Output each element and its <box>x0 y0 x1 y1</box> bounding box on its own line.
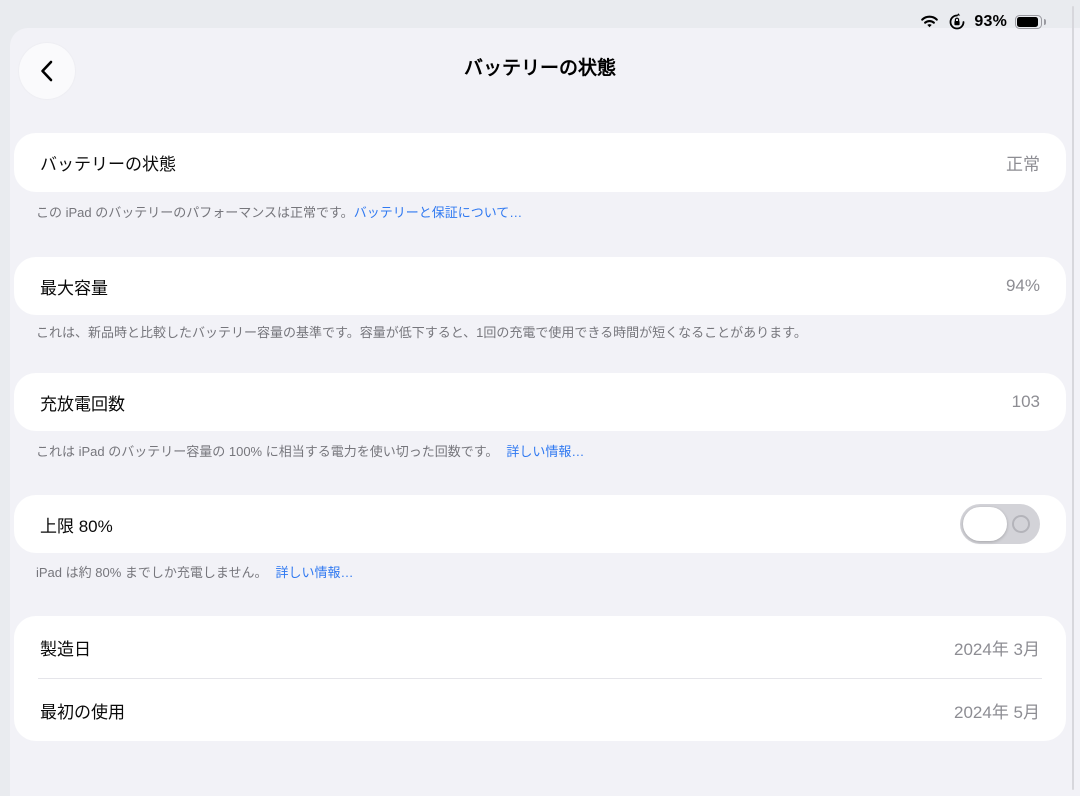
battery-percent-label: 93% <box>974 13 1007 31</box>
status-bar: 93% <box>919 10 1042 34</box>
cycle-count-footnote: これは iPad のバッテリー容量の 100% に相当する電力を使い切った回数で… <box>36 444 1040 460</box>
max-capacity-card: 最大容量 94% <box>14 257 1066 315</box>
max-capacity-label: 最大容量 <box>40 274 108 299</box>
scrollbar[interactable] <box>1072 6 1074 790</box>
cycle-count-card: 充放電回数 103 <box>14 373 1066 431</box>
battery-health-value: 正常 <box>1006 150 1040 175</box>
charge-limit-label: 上限 80% <box>40 512 113 537</box>
max-capacity-value: 94% <box>1006 276 1040 296</box>
cycle-count-label: 充放電回数 <box>40 390 125 415</box>
charge-limit-card: 上限 80% <box>14 495 1066 553</box>
first-use-date-row: 最初の使用 2024年 5月 <box>14 679 1066 741</box>
battery-nub <box>1044 19 1047 25</box>
charge-limit-footnote-text: iPad は約 80% までしか充電しません。 <box>36 565 267 580</box>
manufacture-date-label: 製造日 <box>40 635 91 660</box>
rotation-lock-icon <box>948 13 966 31</box>
charge-limit-footnote: iPad は約 80% までしか充電しません。詳しい情報… <box>36 565 1040 581</box>
manufacture-date-value: 2024年 3月 <box>954 635 1040 660</box>
first-use-date-label: 最初の使用 <box>40 698 125 723</box>
charge-limit-learn-more-link[interactable]: 詳しい情報… <box>275 565 353 580</box>
cycle-count-footnote-text: これは iPad のバッテリー容量の 100% に相当する電力を使い切った回数で… <box>36 444 498 459</box>
page-title: バッテリーの状態 <box>0 53 1080 80</box>
cycle-count-row: 充放電回数 103 <box>14 373 1066 431</box>
battery-health-row: バッテリーの状態 正常 <box>14 133 1066 192</box>
battery-health-label: バッテリーの状態 <box>40 150 176 175</box>
wifi-icon <box>919 14 940 30</box>
first-use-date-value: 2024年 5月 <box>954 698 1040 723</box>
dates-card: 製造日 2024年 3月 最初の使用 2024年 5月 <box>14 616 1066 741</box>
battery-health-footnote-text: この iPad のバッテリーのパフォーマンスは正常です。 <box>36 205 354 220</box>
charge-limit-row: 上限 80% <box>14 495 1066 553</box>
max-capacity-row: 最大容量 94% <box>14 257 1066 315</box>
max-capacity-footnote-text: これは、新品時と比較したバッテリー容量の基準です。容量が低下すると、1回の充電で… <box>36 325 807 340</box>
charge-limit-toggle[interactable] <box>960 504 1040 544</box>
cycle-count-learn-more-link[interactable]: 詳しい情報… <box>506 444 584 459</box>
battery-fill <box>1017 17 1038 27</box>
manufacture-date-row: 製造日 2024年 3月 <box>14 616 1066 678</box>
battery-health-footnote: この iPad のバッテリーのパフォーマンスは正常です。バッテリーと保証について… <box>36 205 1040 221</box>
cycle-count-value: 103 <box>1012 392 1040 412</box>
toggle-off-ring-icon <box>1012 515 1030 533</box>
toggle-knob <box>963 507 1007 541</box>
max-capacity-footnote: これは、新品時と比較したバッテリー容量の基準です。容量が低下すると、1回の充電で… <box>36 325 1040 341</box>
battery-warranty-link[interactable]: バッテリーと保証について… <box>354 205 523 220</box>
battery-health-card: バッテリーの状態 正常 <box>14 133 1066 192</box>
battery-icon <box>1015 15 1042 29</box>
